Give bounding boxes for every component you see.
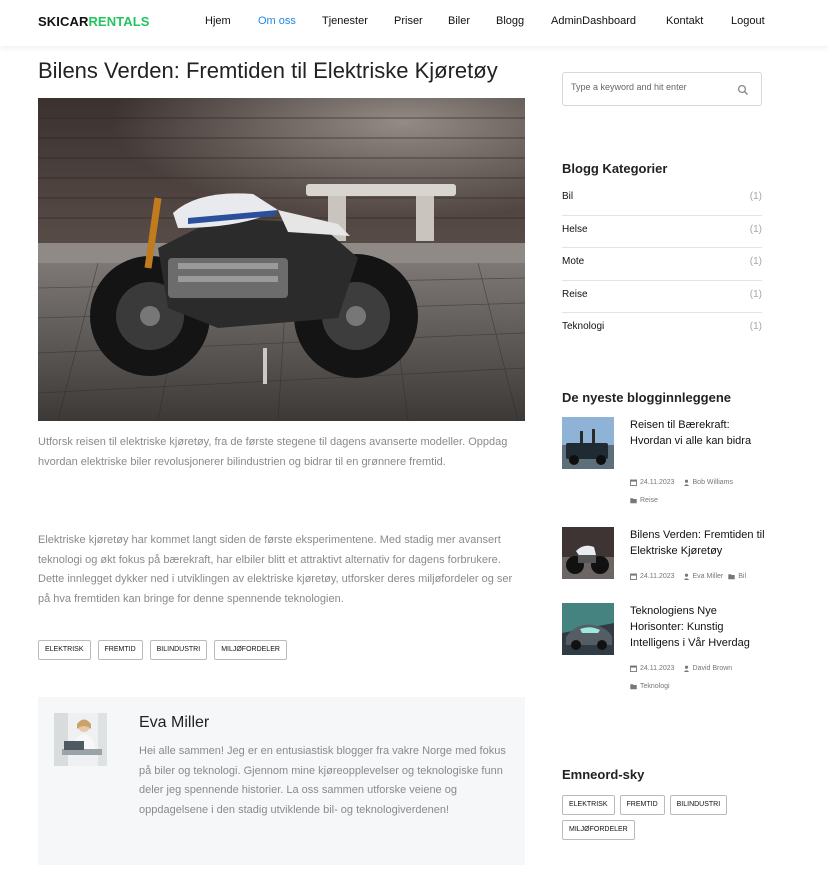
category-count: (1): [749, 223, 762, 235]
tagcloud-fremtid[interactable]: FREMTID: [619, 795, 665, 815]
recent-post-item: Teknologiens Nye Horisonter: Kunstig Int…: [562, 603, 762, 698]
recent-post-meta-category: Reise: [630, 497, 658, 504]
recent-post-item: Bilens Verden: Fremtiden til Elektriske …: [562, 527, 765, 587]
recent-post-meta: 24.11.2023 David Brown: [630, 665, 732, 672]
nav-priser[interactable]: Priser: [394, 15, 423, 27]
recent-post-date: 24.11.2023: [640, 479, 675, 486]
recent-post-thumbnail[interactable]: [562, 417, 614, 469]
recent-post-category[interactable]: Teknologi: [640, 683, 670, 690]
category-item-helse[interactable]: Helse (1): [562, 216, 762, 248]
post-intro: Utforsk reisen til elektriske kjøretøy, …: [38, 436, 508, 468]
tag-fremtid[interactable]: FREMTID: [97, 640, 143, 660]
search-icon[interactable]: [737, 84, 749, 96]
recent-post-author[interactable]: David Brown: [693, 665, 733, 672]
search-input[interactable]: [571, 82, 731, 92]
tag-cloud-heading: Emneord-sky: [562, 767, 645, 782]
post-tags: ELEKTRISK FREMTID BILINDUSTRI MILJØFORDE…: [38, 640, 287, 660]
category-name: Bil: [562, 191, 574, 202]
category-name: Mote: [562, 256, 585, 267]
recent-post-thumbnail[interactable]: [562, 527, 614, 579]
user-icon: [683, 573, 689, 580]
category-item-mote[interactable]: Mote (1): [562, 248, 762, 281]
tagcloud-miljofordeler[interactable]: MILJØFORDELER: [562, 820, 635, 840]
author-box: Eva Miller Hei alle sammen! Jeg er en en…: [38, 697, 525, 865]
logo-part-2: RENTALS: [88, 14, 150, 29]
recent-post-title[interactable]: Teknologiens Nye Horisonter: Kunstig Int…: [630, 603, 766, 651]
recent-post-author[interactable]: Eva Miller: [693, 573, 724, 580]
nav-hjem[interactable]: Hjem: [205, 15, 231, 27]
site-logo[interactable]: SKICARRENTALS: [38, 14, 150, 29]
tag-cloud: ELEKTRISK FREMTID BILINDUSTRI MILJØFORDE…: [562, 795, 762, 840]
category-name: Helse: [562, 223, 588, 235]
category-name: Reise: [562, 288, 588, 300]
author-avatar: [54, 713, 107, 766]
nav-blogg[interactable]: Blogg: [496, 15, 524, 27]
calendar-icon: [630, 573, 637, 580]
category-list: Bil (1) Helse (1) Mote (1) Reise (1) Teknolo…: [562, 183, 762, 346]
recent-post-title[interactable]: Bilens Verden: Fremtiden til Elektriske …: [630, 527, 766, 559]
recent-post-meta: 24.11.2023 Bob Williams: [630, 479, 733, 486]
nav-logout[interactable]: Logout: [731, 15, 765, 27]
recent-post-title[interactable]: Reisen til Bærekraft: Hvordan vi alle ka…: [630, 417, 766, 449]
post-body: Elektriske kjøretøy har kommet langt sid…: [38, 534, 513, 605]
calendar-icon: [630, 479, 637, 486]
calendar-icon: [630, 665, 637, 672]
user-icon: [683, 665, 689, 672]
folder-icon: [630, 498, 637, 504]
nav-tjenester[interactable]: Tjenester: [322, 15, 368, 27]
tagcloud-bilindustri[interactable]: BILINDUSTRI: [669, 795, 728, 815]
categories-heading: Blogg Kategorier: [562, 161, 668, 176]
recent-post-item: Reisen til Bærekraft: Hvordan vi alle ka…: [562, 417, 762, 512]
post-title: Bilens Verden: Fremtiden til Elektriske …: [38, 58, 498, 83]
category-count: (1): [749, 288, 762, 300]
category-count: (1): [749, 191, 762, 202]
category-name: Teknologi: [562, 321, 605, 332]
tagcloud-elektrisk[interactable]: ELEKTRISK: [562, 795, 615, 815]
logo-part-1: SKICAR: [38, 14, 89, 29]
nav-om-oss[interactable]: Om oss: [258, 15, 296, 27]
folder-icon: [728, 574, 735, 580]
category-item-teknologi[interactable]: Teknologi (1): [562, 313, 762, 346]
category-count: (1): [749, 321, 762, 332]
category-count: (1): [749, 256, 762, 267]
recent-post-author[interactable]: Bob Williams: [693, 479, 733, 486]
recent-post-meta-category: Teknologi: [630, 683, 670, 690]
nav-admin-dashboard[interactable]: AdminDashboard: [551, 15, 636, 27]
site-header: SKICARRENTALS Hjem Om oss Tjenester Pris…: [0, 0, 828, 46]
user-icon: [683, 479, 689, 486]
category-item-bil[interactable]: Bil (1): [562, 183, 762, 216]
recent-post-meta: 24.11.2023 Eva Miller Bil: [630, 573, 746, 580]
tag-miljofordeler[interactable]: MILJØFORDELER: [214, 640, 287, 660]
tag-bilindustri[interactable]: BILINDUSTRI: [149, 640, 208, 660]
search-box: [562, 72, 762, 106]
author-bio: Hei alle sammen! Jeg er en entusiastisk …: [139, 745, 506, 816]
category-item-reise[interactable]: Reise (1): [562, 281, 762, 313]
nav-kontakt[interactable]: Kontakt: [666, 15, 703, 27]
recent-post-thumbnail[interactable]: [562, 603, 614, 655]
post-hero-image: [38, 98, 525, 421]
recent-post-date: 24.11.2023: [640, 665, 675, 672]
recent-posts-heading: De nyeste blogginnleggene: [562, 390, 732, 405]
author-name: Eva Miller: [139, 714, 210, 731]
recent-post-category[interactable]: Bil: [738, 573, 746, 580]
tag-elektrisk[interactable]: ELEKTRISK: [38, 640, 91, 660]
recent-post-date: 24.11.2023: [640, 573, 675, 580]
folder-icon: [630, 684, 637, 690]
recent-post-category[interactable]: Reise: [640, 497, 658, 504]
nav-biler[interactable]: Biler: [448, 15, 470, 27]
